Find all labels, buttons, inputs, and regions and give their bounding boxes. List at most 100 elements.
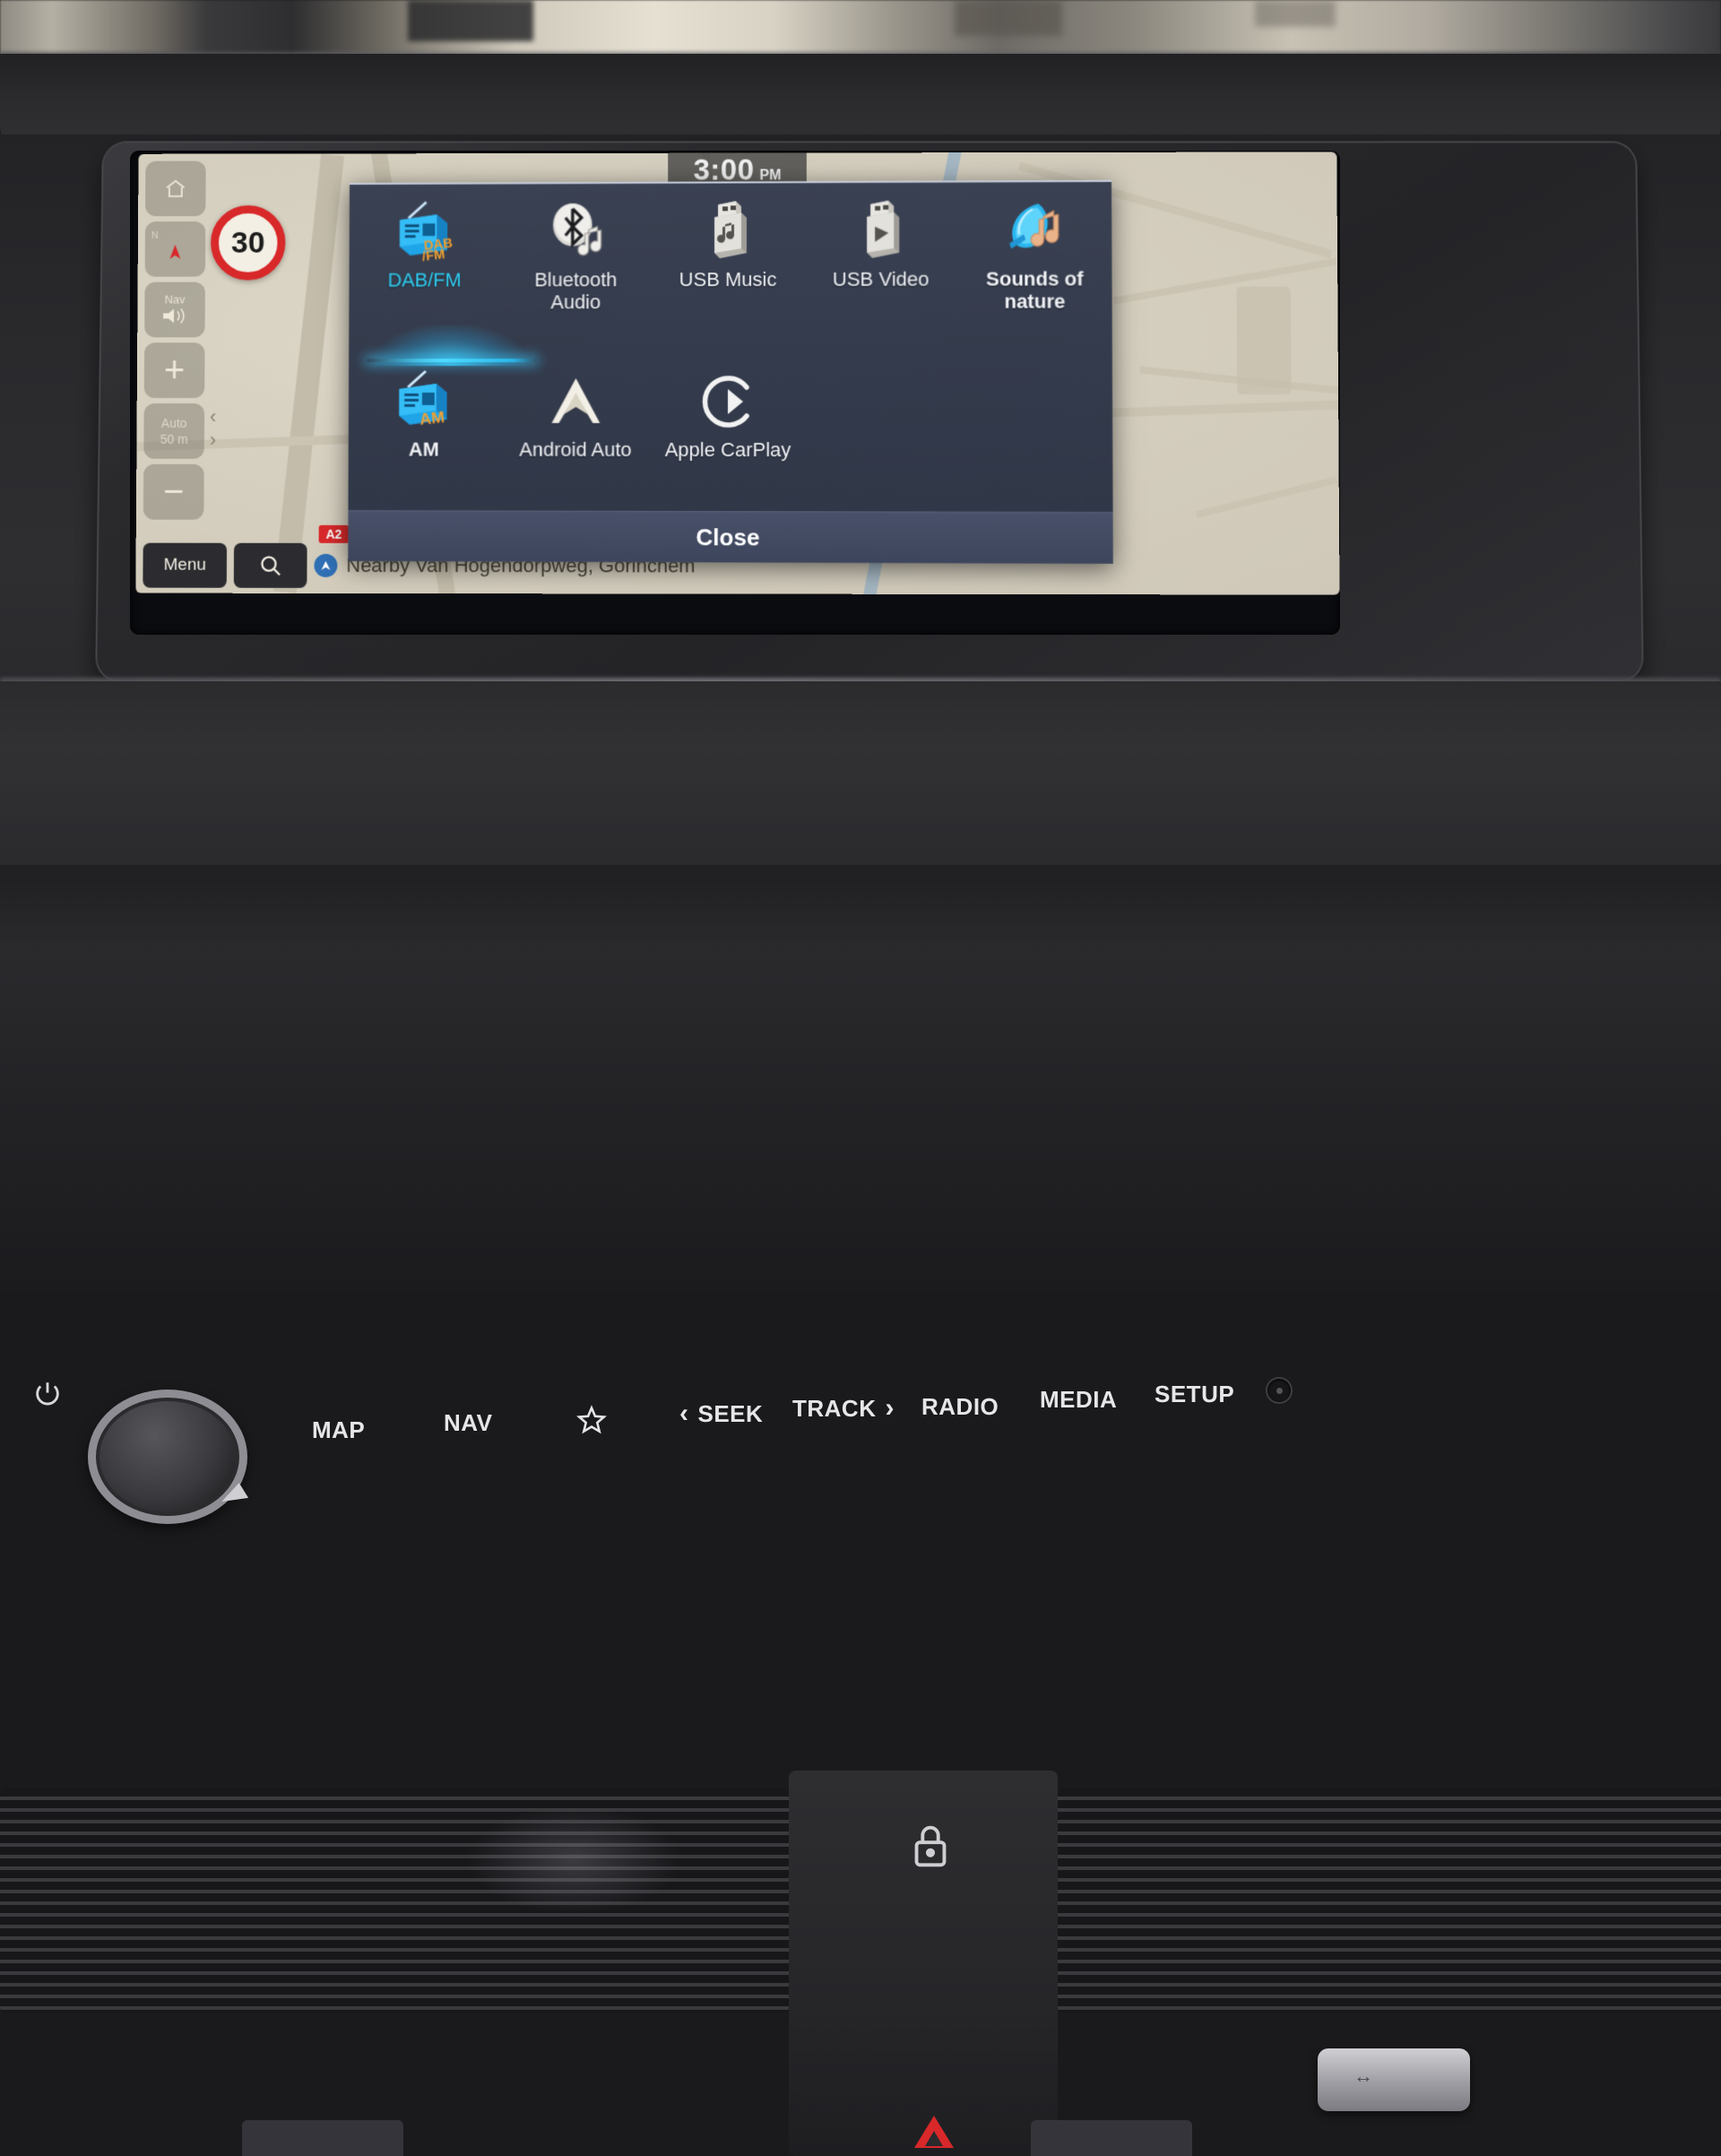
nav-button[interactable]: NAV: [444, 1409, 492, 1437]
nav-label: Nav: [165, 293, 186, 307]
media-source-empty: [804, 369, 958, 462]
home-button[interactable]: [145, 161, 206, 217]
air-vent-right: [1058, 1788, 1721, 2013]
dashboard-photo: N Nav + Auto 50 m − ‹ › 30 3:00 PM A2 Me…: [0, 0, 1721, 1291]
media-source-sounds-of-nature[interactable]: Sounds of nature: [957, 198, 1111, 313]
track-chevron-icon: ›: [886, 1393, 895, 1424]
map-arrow-left[interactable]: ‹: [210, 405, 216, 429]
android-auto-glyph: [539, 369, 612, 434]
zoom-in-button[interactable]: +: [144, 342, 205, 398]
radio-dabfm-glyph: DAB /FM: [385, 198, 463, 264]
bluetooth-label-line2: Audio: [550, 290, 601, 313]
favorite-button[interactable]: [575, 1404, 608, 1441]
media-source-dabfm[interactable]: DAB /FM DAB/FM: [349, 200, 500, 314]
media-source-label: USB Video: [833, 269, 930, 291]
volume-knob[interactable]: [88, 1390, 247, 1524]
windshield-shadow-1: [408, 0, 533, 41]
console-notch-right: [1031, 2120, 1192, 2156]
radio-dabfm-icon: DAB /FM: [385, 200, 463, 264]
nature-label-line2: nature: [1004, 290, 1065, 312]
zoom-out-label: −: [163, 472, 184, 513]
volume-icon: [160, 307, 190, 326]
map-arrow-right[interactable]: ›: [210, 429, 216, 452]
media-source-label: AM: [409, 439, 439, 462]
zoom-in-label: +: [164, 350, 185, 391]
bluetooth-label-line1: Bluetooth: [534, 268, 617, 290]
media-source-am[interactable]: AM AM: [349, 369, 500, 461]
infotainment-screen[interactable]: N Nav + Auto 50 m − ‹ › 30 3:00 PM A2 Me…: [135, 152, 1339, 594]
media-source-usb-video[interactable]: USB Video: [804, 199, 957, 314]
power-icon: [32, 1379, 63, 1409]
media-source-label: Sounds of nature: [986, 268, 1084, 313]
hazard-triangle-inner: [925, 2131, 943, 2146]
media-source-apple-carplay[interactable]: Apple CarPlay: [652, 369, 805, 462]
compass-needle-icon: [165, 241, 185, 268]
hardware-control-panel: MAP NAV ‹ SEEK TRACK › RADIO MEDIA SETUP: [0, 681, 1721, 874]
svg-text:AM: AM: [419, 408, 445, 429]
console-notch-left: [242, 2120, 403, 2156]
compass-north-label: N: [151, 230, 159, 242]
map-control-rail[interactable]: N Nav + Auto 50 m −: [143, 161, 206, 545]
key-fob-arrow-icon: ↔: [1353, 2065, 1373, 2088]
windshield-shadow-3: [1255, 0, 1336, 27]
scale-mode-label: Auto: [161, 416, 187, 430]
knob-indicator: [220, 1482, 248, 1502]
search-icon: [258, 553, 283, 578]
sounds-of-nature-icon: [997, 198, 1073, 263]
search-button[interactable]: [234, 543, 307, 588]
location-arrow-icon: [319, 559, 332, 572]
track-button[interactable]: TRACK ›: [792, 1393, 895, 1424]
radio-button[interactable]: RADIO: [921, 1393, 999, 1421]
zoom-out-button[interactable]: −: [143, 464, 204, 520]
sounds-of-nature-glyph: [997, 198, 1073, 263]
media-button[interactable]: MEDIA: [1040, 1386, 1117, 1414]
usb-video-icon: [847, 199, 913, 264]
media-source-label: USB Music: [679, 269, 777, 291]
seek-label: SEEK: [698, 1400, 764, 1428]
console-reflection: [466, 1806, 681, 1914]
star-icon: [575, 1404, 608, 1436]
door-lock-button[interactable]: [905, 1820, 956, 1872]
radio-am-icon: AM: [385, 369, 463, 434]
media-source-label: Bluetooth Audio: [534, 269, 617, 313]
nearby-marker-icon: [314, 554, 337, 577]
media-source-label: Android Auto: [519, 439, 631, 462]
media-source-bluetooth-audio[interactable]: Bluetooth Audio: [500, 200, 652, 314]
map-button[interactable]: MAP: [312, 1416, 365, 1444]
media-source-android-auto[interactable]: Android Auto: [499, 369, 652, 462]
usb-video-glyph: [847, 199, 913, 264]
nav-voice-button[interactable]: Nav: [144, 282, 205, 338]
bluetooth-audio-glyph: [539, 200, 614, 264]
compass-button[interactable]: N: [145, 221, 206, 277]
lock-icon: [905, 1820, 956, 1872]
media-source-label: Apple CarPlay: [665, 439, 791, 462]
power-button[interactable]: [32, 1379, 63, 1414]
svg-text:/FM: /FM: [421, 247, 445, 264]
seek-chevron-icon: ‹: [679, 1398, 689, 1429]
track-label: TRACK: [792, 1395, 877, 1423]
map-scale-button[interactable]: Auto 50 m: [143, 403, 204, 459]
usb-music-icon: [695, 199, 761, 264]
scale-value-label: 50 m: [160, 432, 188, 446]
nature-label-line1: Sounds of: [986, 267, 1084, 290]
radio-am-glyph: AM: [385, 368, 463, 434]
apple-carplay-icon: [693, 369, 763, 434]
media-source-usb-music[interactable]: USB Music: [652, 199, 804, 313]
lower-console: ↔: [0, 865, 1721, 1291]
close-button[interactable]: Close: [348, 510, 1113, 564]
media-source-empty: [958, 369, 1113, 462]
android-auto-icon: [539, 369, 612, 434]
usb-music-glyph: [695, 199, 761, 264]
menu-button[interactable]: Menu: [143, 543, 227, 588]
reset-pinhole-dot: [1276, 1388, 1283, 1394]
setup-button[interactable]: SETUP: [1155, 1381, 1234, 1408]
map-road: [1113, 258, 1336, 305]
media-source-dialog[interactable]: DAB /FM DAB/FM Bluetooth Audio USB Music…: [348, 180, 1113, 564]
bluetooth-audio-icon: [539, 200, 614, 264]
home-icon: [162, 177, 189, 200]
selection-underline: [367, 359, 537, 362]
seek-button[interactable]: ‹ SEEK: [679, 1398, 763, 1429]
close-label: Close: [696, 524, 760, 551]
apple-carplay-glyph: [693, 369, 763, 434]
speed-limit-sign: 30: [211, 205, 286, 281]
